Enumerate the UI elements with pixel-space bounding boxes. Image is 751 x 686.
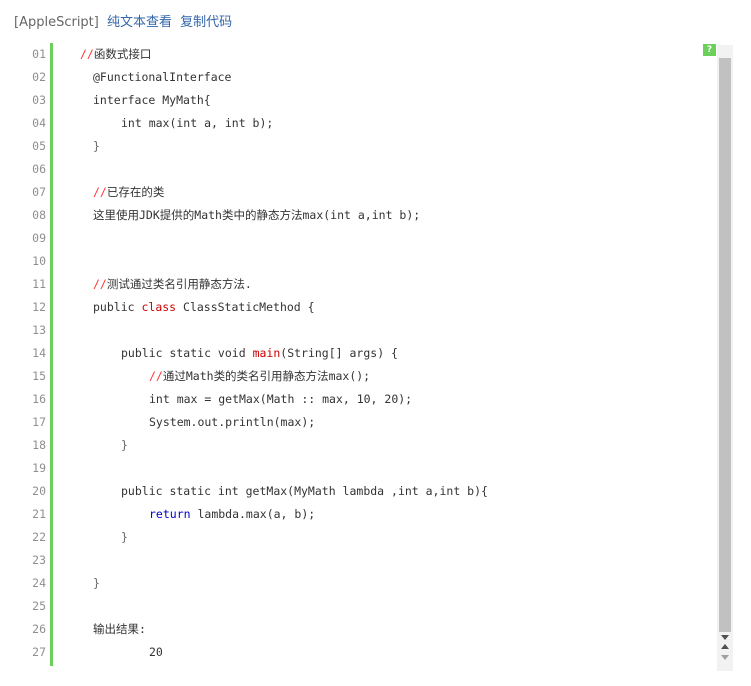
line-number: 05 — [32, 139, 46, 153]
code-line: //测试通过类名引用静态方法. — [93, 273, 252, 296]
code-line: int max = getMax(Math :: max, 10, 20); — [149, 388, 412, 411]
code-token: 类中的静态方法 — [221, 208, 303, 222]
code-token: (String[] args) { — [280, 346, 398, 360]
code-line: @FunctionalInterface — [93, 66, 231, 89]
code-line: interface MyMath{ — [93, 89, 211, 112]
line-number: 24 — [32, 576, 46, 590]
code-token: int max(int a, int b); — [121, 116, 274, 130]
scroll-down-arrow-icon[interactable] — [721, 635, 729, 640]
code-token: int max = getMax(Math :: max, 10, 20); — [149, 392, 413, 406]
line-number: 08 — [32, 208, 46, 222]
scroll-down-arrow-icon[interactable] — [721, 655, 729, 660]
line-number: 15 — [32, 369, 46, 383]
code-token: public static int getMax(MyMath lambda ,… — [121, 484, 488, 498]
help-badge[interactable]: ? — [703, 44, 716, 56]
code-token: max(); — [328, 369, 371, 383]
code-token: } — [93, 139, 100, 153]
code-line: public static void main(String[] args) { — [121, 342, 398, 365]
code-token: class — [141, 300, 177, 314]
line-number: 19 — [32, 461, 46, 475]
code-line: //通过Math类的类名引用静态方法max(); — [149, 365, 370, 388]
code-token: // — [93, 277, 107, 291]
code-token: } — [121, 530, 128, 544]
code-line: } — [121, 434, 128, 457]
code-token: return — [149, 507, 191, 521]
code-token: 20 — [149, 645, 163, 659]
line-number: 26 — [32, 622, 46, 636]
line-number: 27 — [32, 645, 46, 659]
code-token: main — [252, 346, 281, 360]
code-line: } — [93, 572, 100, 595]
code-block: 01 02 03 04 05 06 07 08 09 10 11 12 13 14 15 16 17 18 19 20… — [0, 43, 751, 670]
line-number: 10 — [32, 254, 46, 268]
code-token: System.out.println(max); — [149, 415, 316, 429]
code-token: 类的类名引用静态方法 — [213, 369, 329, 383]
line-number: 03 — [32, 93, 46, 107]
line-number: 07 — [32, 185, 46, 199]
code-line: System.out.println(max); — [149, 411, 315, 434]
scroll-up-arrow-icon[interactable] — [721, 644, 729, 649]
code-line: int max(int a, int b); — [121, 112, 273, 135]
code-token: // — [80, 47, 94, 61]
code-token: 提供的 — [159, 208, 195, 222]
line-number: 23 — [32, 553, 46, 567]
code-token: public — [93, 300, 142, 314]
code-token: interface MyMath{ — [93, 93, 211, 107]
vertical-scrollbar[interactable] — [717, 45, 733, 671]
code-token: // — [149, 369, 163, 383]
code-token: // — [93, 185, 107, 199]
code-token: max(int a,int b); — [302, 208, 421, 222]
code-token: . — [244, 277, 252, 291]
line-number: 06 — [32, 162, 46, 176]
line-number: 17 — [32, 415, 46, 429]
code-line: } — [121, 526, 128, 549]
code-token: } — [121, 438, 128, 452]
code-token: JDK — [139, 208, 160, 222]
view-plain-text-link[interactable]: 纯文本查看 — [107, 15, 172, 30]
code-token: Math — [185, 369, 214, 383]
line-number: 25 — [32, 599, 46, 613]
code-token: public static void — [121, 346, 253, 360]
line-number: 02 — [32, 70, 46, 84]
code-token: 输出结果 — [93, 622, 139, 636]
code-token: 这里使用 — [93, 208, 139, 222]
code-line: 这里使用JDK提供的Math类中的静态方法max(int a,int b); — [93, 204, 420, 227]
code-gutter-bar — [50, 43, 53, 666]
code-line: } — [93, 135, 100, 158]
line-number: 09 — [32, 231, 46, 245]
code-token: @FunctionalInterface — [93, 70, 232, 84]
code-line: return lambda.max(a, b); — [149, 503, 315, 526]
code-line: public static int getMax(MyMath lambda ,… — [121, 480, 488, 503]
scrollbar-thumb[interactable] — [719, 58, 731, 632]
code-line: //函数式接口 — [80, 43, 151, 66]
line-number: 21 — [32, 507, 46, 521]
code-line: public class ClassStaticMethod { — [93, 296, 315, 319]
code-token: Math — [194, 208, 222, 222]
language-label: [AppleScript] — [14, 15, 99, 30]
line-number: 13 — [32, 323, 46, 337]
line-number: 12 — [32, 300, 46, 314]
line-number: 11 — [32, 277, 46, 291]
code-block-header: [AppleScript] 纯文本查看 复制代码 — [14, 11, 232, 30]
code-token: : — [139, 622, 146, 636]
code-token: } — [93, 576, 100, 590]
line-number: 18 — [32, 438, 46, 452]
line-number: 20 — [32, 484, 46, 498]
code-line: 20 — [149, 641, 163, 664]
code-token: 测试通过类名引用静态方法 — [106, 277, 245, 291]
code-token: 通过 — [162, 369, 186, 383]
code-token: lambda.max(a, b); — [190, 507, 316, 521]
code-line: 输出结果: — [93, 618, 146, 641]
code-token: 已存在的类 — [106, 185, 165, 199]
code-token: ClassStaticMethod { — [176, 300, 315, 314]
copy-code-link[interactable]: 复制代码 — [180, 15, 232, 30]
line-number: 16 — [32, 392, 46, 406]
code-line: //已存在的类 — [93, 181, 164, 204]
line-number: 04 — [32, 116, 46, 130]
line-number: 22 — [32, 530, 46, 544]
code-token: 函数式接口 — [93, 47, 152, 61]
line-number: 14 — [32, 346, 46, 360]
line-number: 01 — [32, 47, 46, 61]
